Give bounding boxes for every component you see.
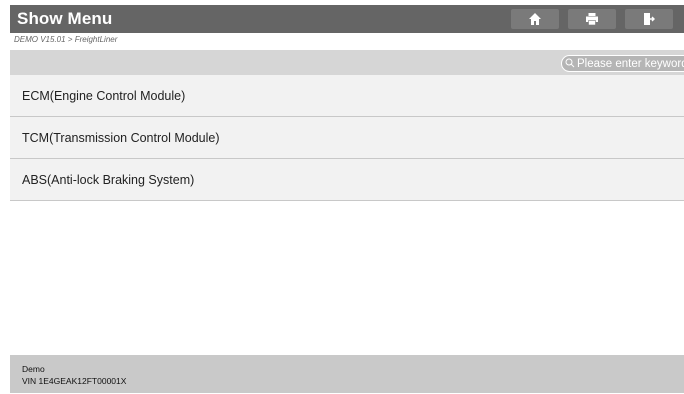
footer-vin: VIN 1E4GEAK12FT00001X (22, 376, 127, 386)
menu-list: ECM(Engine Control Module) TCM(Transmiss… (10, 75, 684, 201)
menu-item-tcm[interactable]: TCM(Transmission Control Module) (10, 117, 684, 159)
footer-mode: Demo (22, 364, 45, 374)
search-icon (562, 55, 575, 73)
menu-item-ecm[interactable]: ECM(Engine Control Module) (10, 75, 684, 117)
home-button[interactable] (511, 9, 559, 29)
page-title: Show Menu (17, 9, 113, 28)
title-bar: Show Menu (10, 5, 684, 33)
print-button[interactable] (568, 9, 616, 29)
printer-icon (585, 12, 599, 26)
exit-icon (642, 12, 656, 26)
breadcrumb: DEMO V15.01 > FreightLiner (10, 33, 684, 50)
home-icon (528, 12, 542, 26)
footer-status: Demo VIN 1E4GEAK12FT00001X (10, 355, 684, 393)
app-frame: Show Menu DEMO V15.01 > FreightLiner Ple… (10, 5, 684, 393)
search-box[interactable] (561, 55, 684, 72)
exit-button[interactable] (625, 9, 673, 29)
search-bar (10, 50, 684, 75)
menu-item-abs[interactable]: ABS(Anti-lock Braking System) (10, 159, 684, 201)
search-input[interactable] (575, 57, 684, 70)
